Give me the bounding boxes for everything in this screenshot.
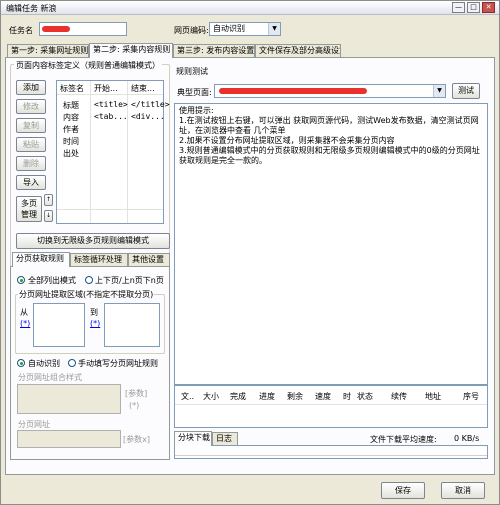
column-header-size: 大小	[203, 392, 219, 401]
typical-page-select[interactable]: ▼	[214, 84, 446, 98]
radio-manual[interactable]	[68, 359, 76, 367]
rule-test-title: 规则测试	[176, 67, 208, 76]
tip-line-3: 3.规则普通编辑模式中的分页获取规则和无限级多页规则编辑模式中的0级的分页网址获…	[179, 146, 480, 165]
tag-list[interactable]: 标签名 开始... 结束... 标题 <title> </title> 内容 <…	[56, 80, 170, 224]
column-header-done: 完成	[230, 392, 246, 401]
to-label: 到	[90, 308, 98, 317]
radio-all-list[interactable]	[17, 276, 25, 284]
radio-all-list-label: 全部列出模式	[28, 276, 76, 285]
tips-title: 使用提示:	[179, 106, 214, 115]
window-title: 编辑任务 新浪	[6, 4, 57, 13]
column-header-resume: 续传	[391, 392, 407, 401]
combine-style-textarea[interactable]	[17, 384, 121, 414]
column-header-time: 时	[343, 392, 351, 401]
minimize-icon[interactable]: —	[452, 2, 465, 13]
from-textarea[interactable]	[33, 303, 85, 347]
import-button[interactable]: 导入	[16, 175, 46, 190]
column-header-speed: 速度	[315, 392, 331, 401]
chevron-down-icon: ▼	[268, 23, 280, 35]
column-header-status: 状态	[357, 392, 373, 401]
column-header-start: 开始...	[94, 84, 118, 93]
move-down-icon[interactable]: ↓	[44, 210, 53, 222]
delete-button[interactable]: 删除	[16, 156, 46, 171]
task-name-input[interactable]	[39, 22, 127, 36]
tab-chunk-download[interactable]: 分块下载	[174, 431, 212, 446]
page-url-label: 分页网址	[18, 420, 50, 429]
multi-page-manage-button[interactable]: 多页 管理	[16, 196, 42, 222]
paging-panel: 全部列出模式 上下页/上n页下n页 分页网址提取区域(不指定不提取分页) 从 (…	[10, 266, 170, 460]
download-progress-area	[174, 445, 488, 459]
save-button[interactable]: 保存	[381, 482, 425, 499]
from-label: 从	[20, 308, 28, 317]
tab-step1[interactable]: 第一步: 采集网址规则	[7, 44, 89, 58]
cancel-button[interactable]: 取消	[441, 482, 485, 499]
window-controls: — □ ✕	[452, 2, 495, 13]
param-x-label: [参数x]	[123, 435, 150, 444]
redacted-task-name	[42, 26, 70, 32]
tab-paging-rule[interactable]: 分页获取规则	[12, 252, 70, 267]
encoding-value: 自动识别	[213, 24, 245, 33]
task-name-label: 任务名	[9, 26, 33, 35]
tab-file-save[interactable]: 文件保存及部分高级设置	[255, 44, 341, 58]
param-label: [参数]	[125, 389, 148, 398]
switch-unlimited-mode-button[interactable]: 切换到无限级多页规则编辑模式	[16, 233, 170, 249]
title-bar: 编辑任务 新浪 — □ ✕	[1, 1, 499, 15]
paste-button[interactable]: 粘贴	[16, 137, 46, 152]
edit-button[interactable]: 修改	[16, 99, 46, 114]
radio-manual-label: 手动填写分页网址规则	[78, 359, 158, 368]
download-table[interactable]: 文.. 大小 完成 进度 剩余 速度 时 状态 续传 地址 序号	[174, 385, 488, 428]
combine-style-label: 分页网址组合样式	[18, 373, 82, 382]
tips-textarea[interactable]: 使用提示: 1.在测试按钮上右键，可以弹出 获取网页源代码，测试Web发布数据，…	[174, 103, 488, 385]
tab-step3[interactable]: 第三步: 发布内容设置	[173, 44, 255, 58]
tab-log[interactable]: 日志	[212, 432, 238, 446]
tip-line-2: 2.加果不设置分布网址提取区域，则采集器不会采集分页内容	[179, 136, 395, 145]
chevron-down-icon: ▼	[433, 85, 445, 97]
radio-auto-detect[interactable]	[17, 359, 25, 367]
from-wildcard-link[interactable]: (*)	[20, 319, 30, 328]
tab-step2[interactable]: 第二步: 采集内容规则	[89, 43, 173, 58]
radio-updown-label: 上下页/上n页下n页	[95, 276, 164, 285]
column-header-progress: 进度	[259, 392, 275, 401]
to-wildcard-link[interactable]: (*)	[90, 319, 100, 328]
radio-auto-detect-label: 自动识别	[28, 359, 60, 368]
copy-button[interactable]: 复制	[16, 118, 46, 133]
close-icon[interactable]: ✕	[482, 2, 495, 13]
edit-task-window: 编辑任务 新浪 — □ ✕ 任务名 网页编码: 自动识别 ▼ 第一步: 采集网址…	[0, 0, 500, 505]
test-button[interactable]: 测试	[452, 83, 480, 99]
typical-page-label: 典型页面:	[177, 88, 212, 97]
tab-tag-loop[interactable]: 标签循环处理	[70, 253, 128, 267]
step2-panel: 页面内容标签定义（规则普通编辑模式） 添加 修改 复制 粘贴 删除 导入 多页 …	[5, 57, 495, 475]
maximize-icon[interactable]: □	[467, 2, 480, 13]
encoding-label: 网页编码:	[174, 26, 209, 35]
column-header-file: 文..	[181, 392, 195, 401]
tip-line-1: 1.在测试按钮上右键，可以弹出 获取网页源代码，测试Web发布数据，清空测试页网…	[179, 116, 479, 135]
tab-other-settings[interactable]: 其他设置	[128, 253, 170, 267]
tag-definition-title: 页面内容标签定义（规则普通编辑模式）	[14, 60, 162, 71]
redacted-url	[219, 88, 367, 94]
column-header-tag-name: 标签名	[60, 84, 84, 93]
add-button[interactable]: 添加	[16, 80, 46, 95]
move-up-icon[interactable]: ↑	[44, 194, 53, 206]
radio-updown[interactable]	[85, 276, 93, 284]
encoding-select[interactable]: 自动识别 ▼	[209, 22, 281, 36]
column-header-address: 地址	[425, 392, 441, 401]
to-textarea[interactable]	[104, 303, 160, 347]
column-header-index: 序号	[463, 392, 479, 401]
column-header-end: 结束...	[131, 84, 155, 93]
extract-area-label: 分页网址提取区域(不指定不提取分页)	[18, 289, 155, 300]
param-star-label: (*)	[129, 401, 140, 410]
page-url-textarea[interactable]	[17, 430, 121, 448]
avg-speed-label: 文件下载平均速度:	[370, 435, 437, 444]
column-header-remaining: 剩余	[287, 392, 303, 401]
avg-speed-value: 0 KB/s	[454, 434, 480, 443]
